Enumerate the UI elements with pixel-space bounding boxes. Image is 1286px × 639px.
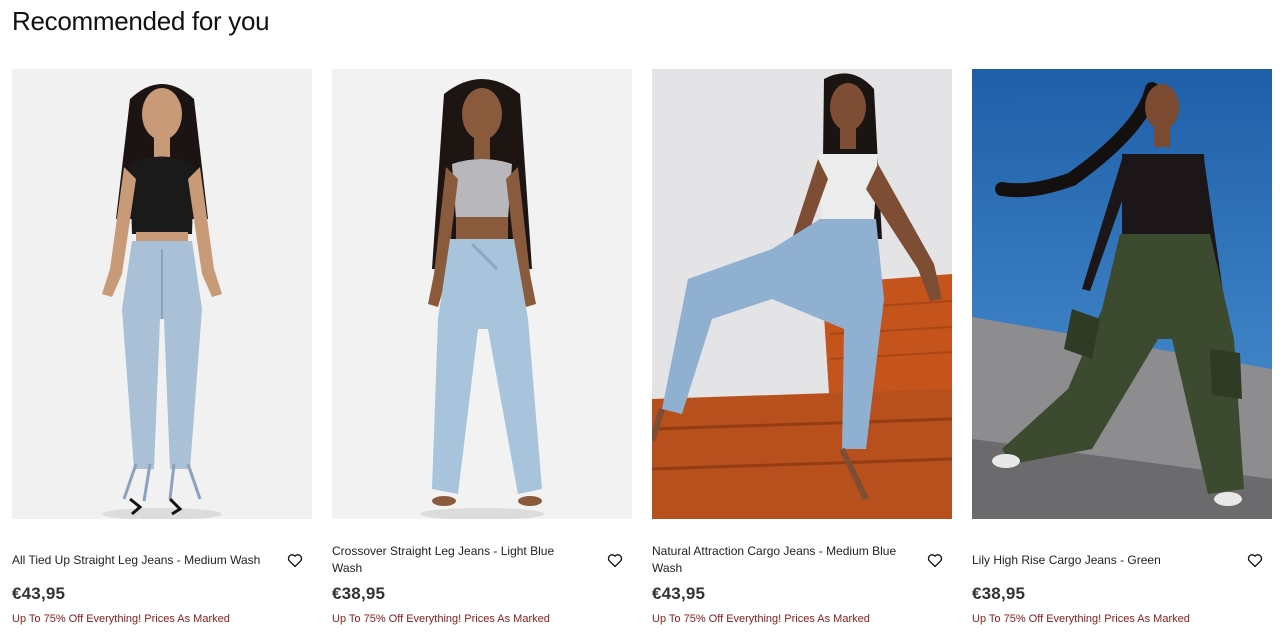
heart-icon[interactable]: [286, 551, 304, 569]
product-price: €43,95: [12, 584, 66, 603]
promo-text: Up To 75% Off Everything! Prices As Mark…: [652, 613, 870, 625]
product-card[interactable]: All Tied Up Straight Leg Jeans - Medium …: [12, 69, 312, 625]
product-name[interactable]: All Tied Up Straight Leg Jeans - Medium …: [12, 552, 262, 569]
product-photo-model-black-corset-light-jeans: [12, 69, 312, 519]
product-photo-model-green-cargo-jeans-outdoors: [972, 69, 1272, 519]
product-name[interactable]: Natural Attraction Cargo Jeans - Medium …: [652, 543, 902, 577]
product-price: €43,95: [652, 584, 706, 603]
product-card[interactable]: Lily High Rise Cargo Jeans - Green €38,9…: [972, 69, 1272, 625]
promo-text: Up To 75% Off Everything! Prices As Mark…: [972, 613, 1190, 625]
product-price: €38,95: [972, 584, 1026, 603]
product-image[interactable]: [12, 69, 312, 519]
product-price: €38,95: [332, 584, 386, 603]
heart-icon[interactable]: [606, 551, 624, 569]
product-image[interactable]: [972, 69, 1272, 519]
promo-text: Up To 75% Off Everything! Prices As Mark…: [12, 613, 230, 625]
product-photo-model-on-orange-leather-sofa: [652, 69, 952, 519]
product-card[interactable]: Crossover Straight Leg Jeans - Light Blu…: [332, 69, 632, 625]
product-image[interactable]: [652, 69, 952, 519]
section-title: Recommended for you: [12, 6, 270, 36]
heart-icon[interactable]: [1246, 551, 1264, 569]
product-photo-model-grey-crop-top-light-jeans: [332, 69, 632, 519]
product-image[interactable]: [332, 69, 632, 519]
product-name[interactable]: Crossover Straight Leg Jeans - Light Blu…: [332, 543, 582, 577]
product-name[interactable]: Lily High Rise Cargo Jeans - Green: [972, 552, 1222, 569]
product-card[interactable]: Natural Attraction Cargo Jeans - Medium …: [652, 69, 952, 625]
heart-icon[interactable]: [926, 551, 944, 569]
promo-text: Up To 75% Off Everything! Prices As Mark…: [332, 613, 550, 625]
